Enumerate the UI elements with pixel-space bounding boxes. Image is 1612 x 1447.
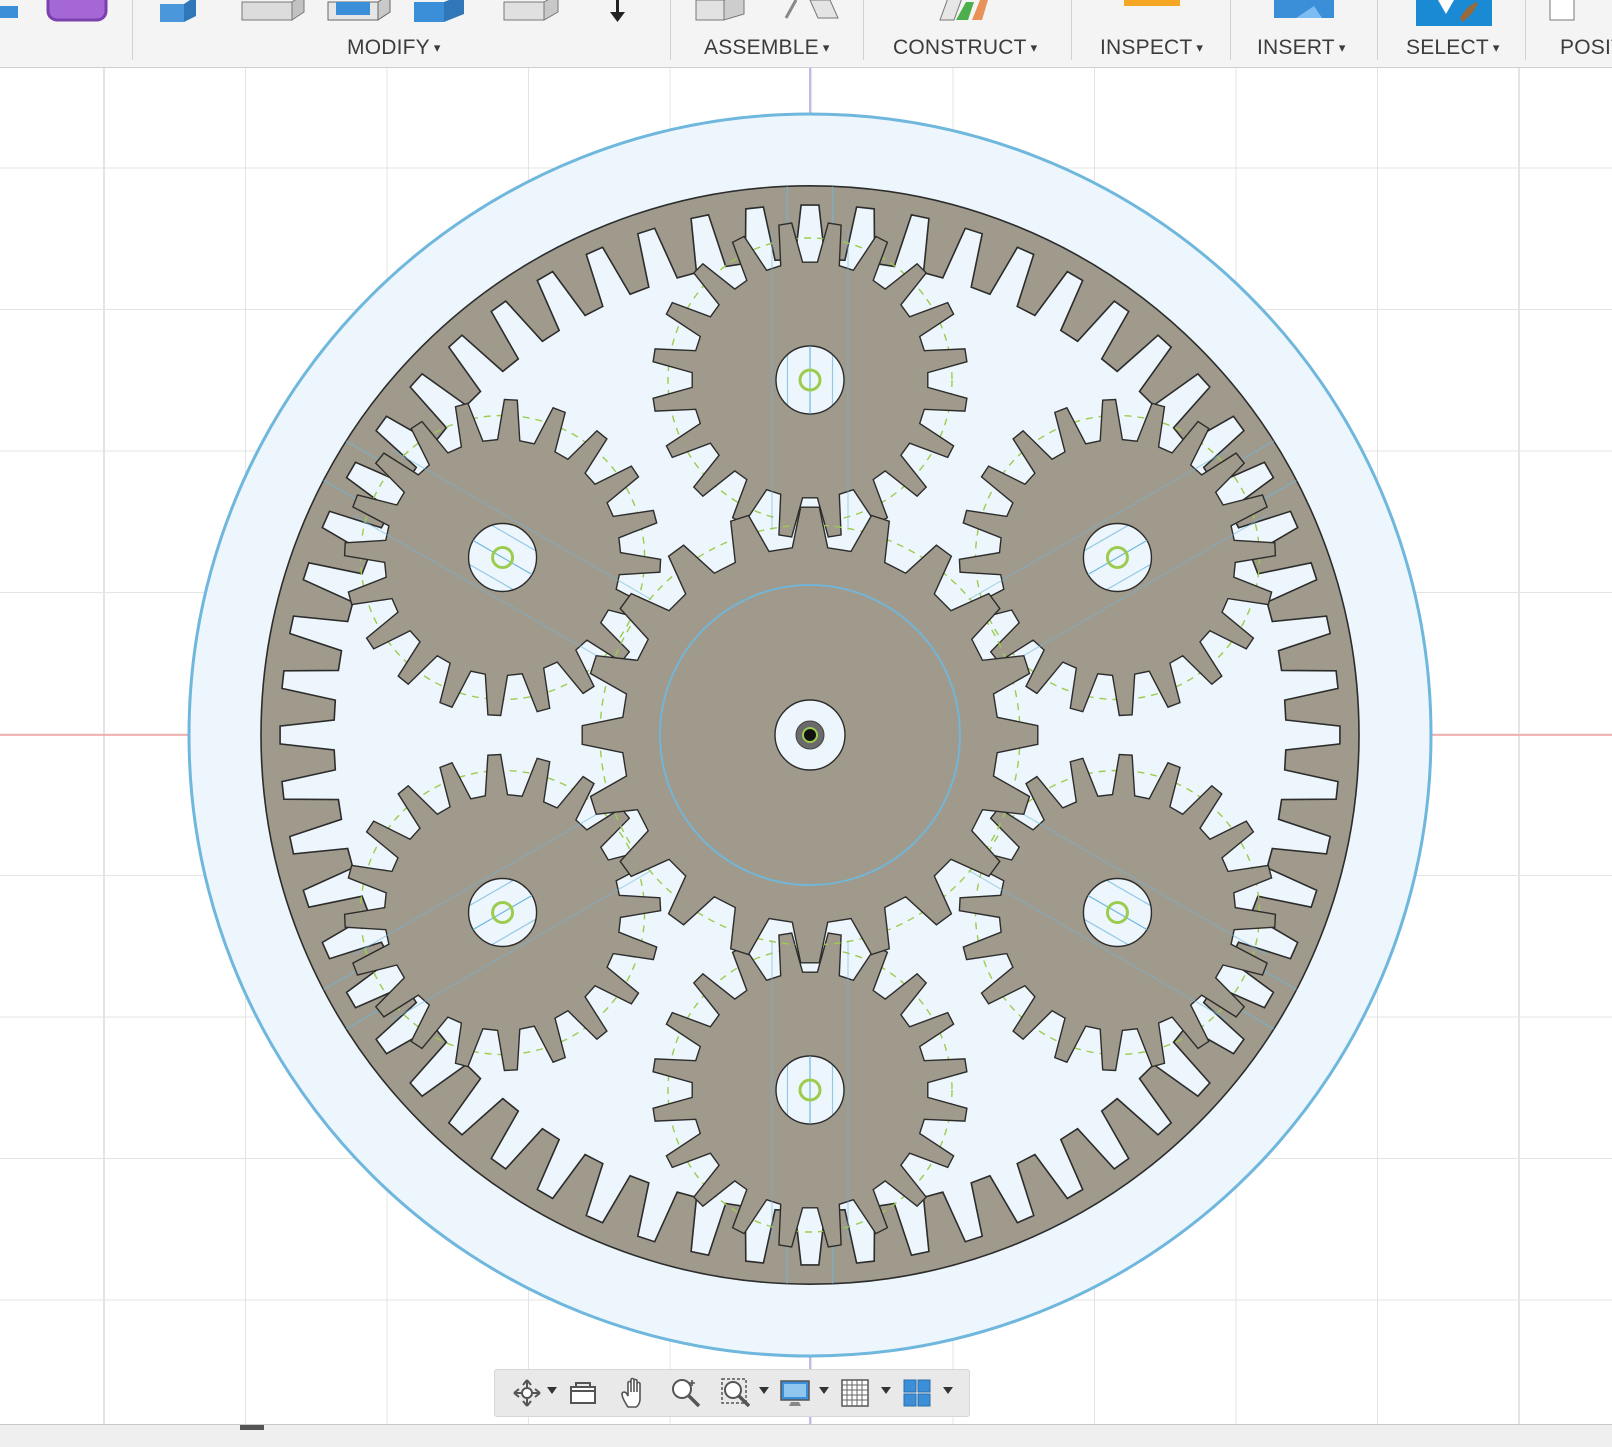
toolbar-separator	[132, 0, 133, 60]
new-component-icon[interactable]	[694, 0, 754, 24]
construct-plane-icon[interactable]	[938, 0, 1004, 24]
chevron-down-icon: ▾	[434, 40, 441, 55]
insert-menu[interactable]: INSERT▾	[1257, 36, 1346, 60]
look-at-icon	[568, 1379, 598, 1407]
chevron-down-icon[interactable]	[881, 1387, 891, 1394]
press-pull-icon[interactable]	[154, 0, 204, 26]
pan-button[interactable]	[611, 1370, 657, 1416]
chevron-down-icon: ▾	[1196, 40, 1203, 55]
chevron-down-icon: ▾	[1493, 40, 1500, 55]
combine-icon[interactable]	[412, 0, 478, 26]
toolbar-separator	[1230, 0, 1231, 60]
scale-icon[interactable]	[502, 0, 566, 26]
toolbar-separator	[1071, 0, 1072, 60]
origin-center-icon	[803, 728, 817, 742]
fit-button[interactable]	[713, 1370, 759, 1416]
orbit-button[interactable]	[503, 1370, 551, 1416]
grid-settings-button[interactable]	[833, 1370, 877, 1416]
toolbar: MODIFY▾ ASSEMBLE▾ CONSTRUCT▾ INSPECT▾ IN…	[0, 0, 1612, 68]
viewports-icon	[902, 1378, 932, 1408]
move-down-arrow-icon[interactable]	[606, 0, 630, 26]
fillet-icon[interactable]	[240, 0, 310, 26]
chevron-down-icon[interactable]	[943, 1387, 953, 1394]
display-settings-icon	[779, 1378, 811, 1408]
design-canvas[interactable]	[0, 68, 1612, 1424]
chevron-down-icon: ▾	[1031, 40, 1038, 55]
construct-menu[interactable]: CONSTRUCT▾	[893, 36, 1037, 60]
zoom-button[interactable]	[663, 1370, 709, 1416]
status-handle-icon[interactable]	[240, 1425, 264, 1430]
fit-icon	[720, 1377, 752, 1409]
insert-image-icon[interactable]	[1274, 0, 1336, 24]
select-icon[interactable]	[1416, 0, 1494, 28]
inspect-menu[interactable]: INSPECT▾	[1100, 36, 1203, 60]
toolbar-separator	[670, 0, 671, 60]
chevron-down-icon[interactable]	[547, 1387, 557, 1394]
look-at-button[interactable]	[561, 1370, 605, 1416]
chevron-down-icon[interactable]	[819, 1387, 829, 1394]
chevron-down-icon: ▾	[823, 40, 830, 55]
chevron-down-icon[interactable]	[759, 1387, 769, 1394]
joint-icon[interactable]	[782, 0, 842, 24]
grid-settings-icon	[840, 1378, 870, 1408]
sketch-icon[interactable]	[0, 0, 24, 22]
pan-icon	[618, 1377, 650, 1409]
modify-menu[interactable]: MODIFY▾	[347, 36, 441, 60]
chevron-down-icon: ▾	[1339, 40, 1346, 55]
shell-icon[interactable]	[326, 0, 396, 26]
navigation-bar	[494, 1369, 970, 1417]
planet-gear[interactable]	[653, 223, 967, 537]
status-bar	[0, 1424, 1612, 1447]
toolbar-separator	[1525, 0, 1526, 60]
assemble-menu[interactable]: ASSEMBLE▾	[704, 36, 830, 60]
position-icon[interactable]	[1548, 0, 1578, 24]
form-icon[interactable]	[46, 0, 110, 24]
display-settings-button[interactable]	[773, 1370, 817, 1416]
measure-icon[interactable]	[1124, 0, 1180, 24]
zoom-icon	[670, 1377, 702, 1409]
planet-gear[interactable]	[653, 933, 967, 1247]
select-menu[interactable]: SELECT▾	[1406, 36, 1500, 60]
toolbar-separator	[863, 0, 864, 60]
orbit-icon	[511, 1377, 543, 1409]
viewport-canvas[interactable]	[0, 68, 1612, 1424]
viewports-button[interactable]	[895, 1370, 939, 1416]
toolbar-separator	[1377, 0, 1378, 60]
position-menu[interactable]: POSIT	[1560, 36, 1612, 60]
